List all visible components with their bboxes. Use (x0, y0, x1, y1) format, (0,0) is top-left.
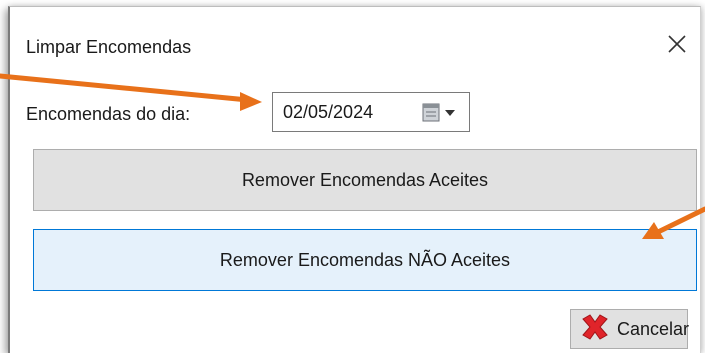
cancel-button[interactable]: Cancelar (570, 309, 690, 349)
date-picker[interactable]: 02/05/2024 (272, 92, 470, 132)
remove-accepted-label: Remover Encomendas Aceites (241, 169, 489, 190)
red-x-icon (579, 312, 611, 347)
calendar-dropdown-icon[interactable] (421, 101, 463, 125)
date-label: Encomendas do dia: (26, 104, 191, 124)
cancel-label: Cancelar (617, 318, 690, 339)
date-value[interactable]: 02/05/2024 (283, 102, 373, 123)
remove-not-accepted-button[interactable]: Remover Encomendas NÃO Aceites (33, 229, 697, 291)
remove-accepted-button[interactable]: Remover Encomendas Aceites (33, 149, 697, 211)
dialog-title: Limpar Encomendas (26, 37, 192, 57)
remove-not-accepted-label: Remover Encomendas NÃO Aceites (219, 249, 511, 270)
limpar-encomendas-dialog: Limpar Encomendas Encomendas do dia: 02/… (8, 6, 701, 353)
close-icon[interactable] (662, 29, 692, 59)
title-bar: Limpar Encomendas (10, 7, 700, 77)
